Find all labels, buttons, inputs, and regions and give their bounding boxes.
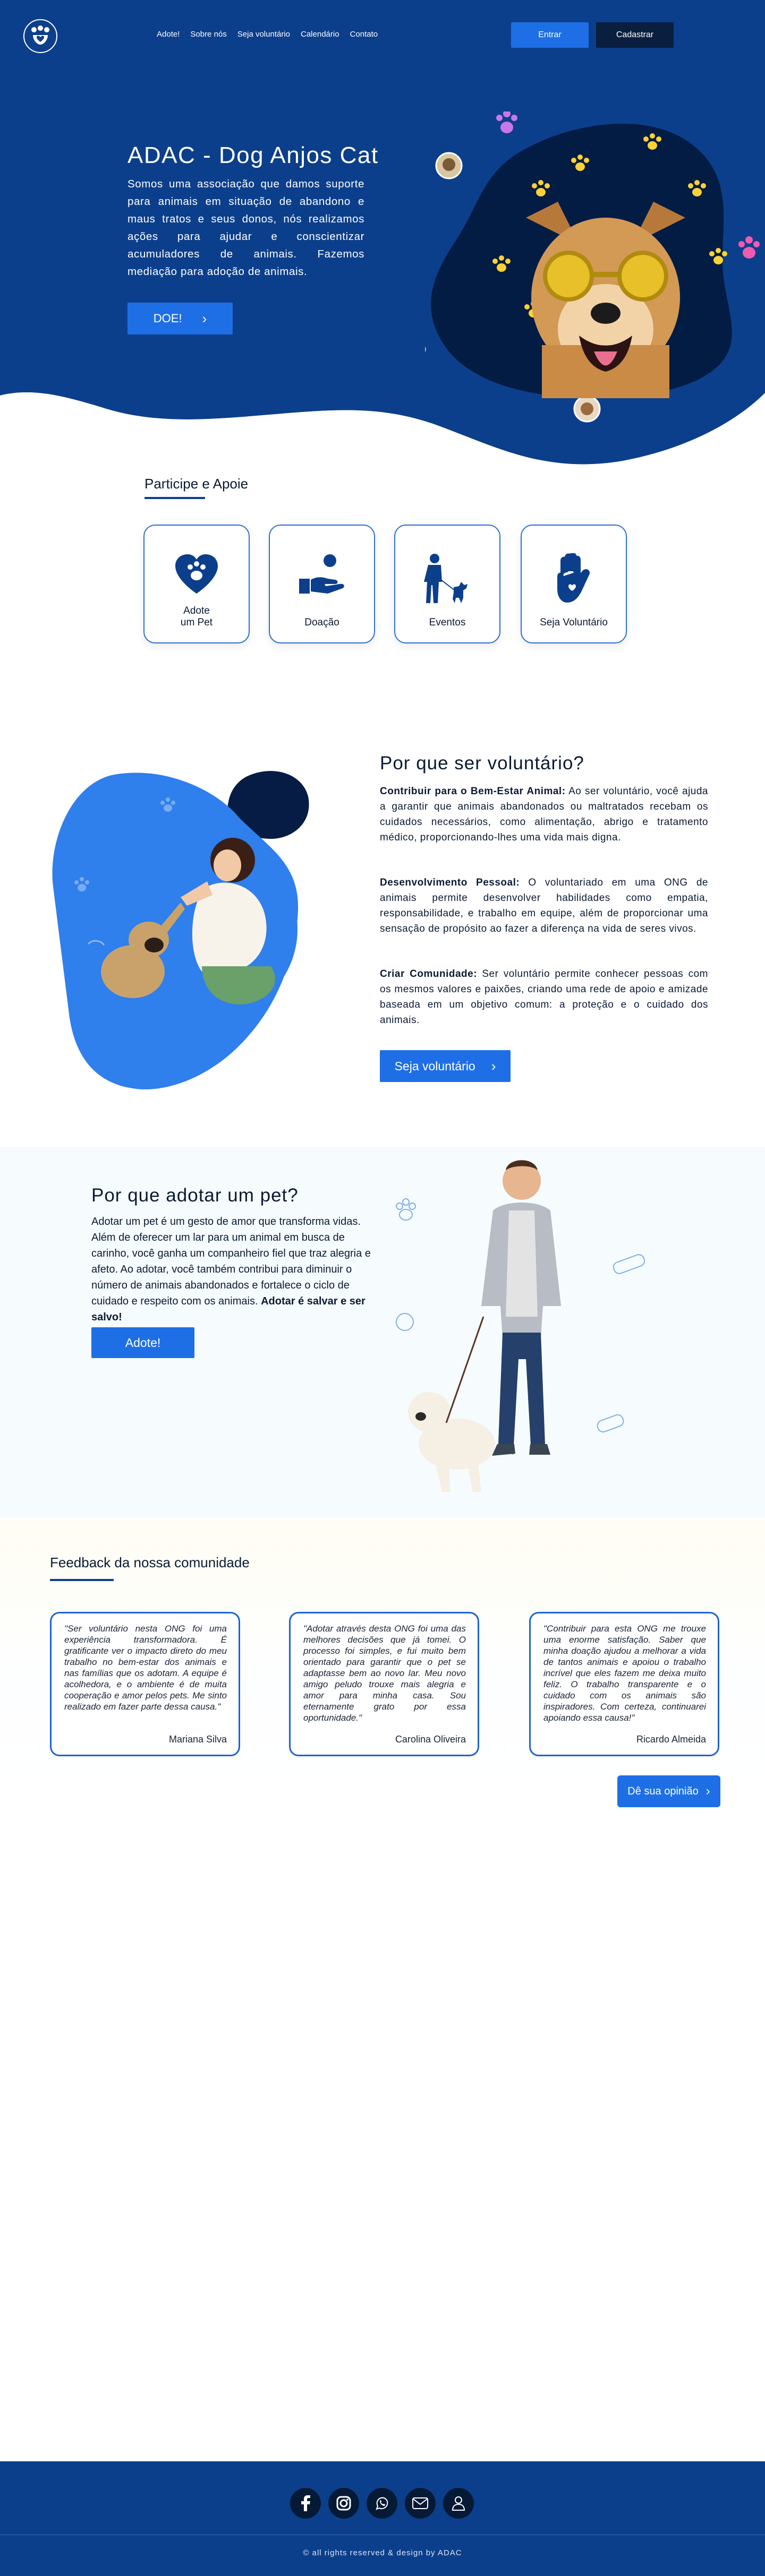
hero-description: Somos uma associação que damos suporte p… — [128, 178, 364, 278]
feedback-card: "Ser voluntário nesta ONG foi uma experi… — [50, 1612, 240, 1756]
email-link[interactable] — [405, 2488, 436, 2519]
adopt-button[interactable]: Adote! — [91, 1327, 194, 1358]
signup-button[interactable]: Cadastrar — [596, 22, 674, 48]
feedback-quote: "Adotar através desta ONG foi uma das me… — [303, 1624, 466, 1723]
card-adote-label: Adote um Pet — [180, 605, 213, 628]
nav-link-sobre[interactable]: Sobre nós — [190, 30, 226, 39]
user-icon — [452, 2496, 465, 2511]
user-link[interactable] — [443, 2488, 474, 2519]
footer — [0, 2461, 765, 2576]
nav-link-voluntario[interactable]: Seja voluntário — [237, 30, 290, 39]
hero-section: Adote! Sobre nós Seja voluntário Calendá… — [0, 0, 765, 478]
hand-heart-icon — [557, 553, 590, 603]
feedback-author: Ricardo Almeida — [636, 1734, 706, 1745]
feedback-card: "Adotar através desta ONG foi uma das me… — [289, 1612, 479, 1756]
feedback-title: Feedback da nossa comunidade — [50, 1555, 250, 1570]
whatsapp-icon — [376, 2497, 388, 2510]
volunteer-item-comunidade: Criar Comunidade: Ser voluntário permite… — [380, 966, 708, 1028]
paw-logo-icon — [31, 25, 49, 45]
facebook-icon — [301, 2495, 310, 2511]
give-opinion-label: Dê sua opinião — [627, 1785, 699, 1797]
volunteer-button-label: Seja voluntário — [394, 1059, 475, 1073]
card-voluntario-label: Seja Voluntário — [540, 617, 608, 628]
card-eventos[interactable]: Eventos — [394, 525, 500, 643]
login-button[interactable]: Entrar — [511, 22, 589, 48]
card-eventos-label: Eventos — [429, 617, 466, 628]
participe-title: Participe e Apoie — [144, 476, 249, 492]
adopt-description: Adotar um pet é um gesto de amor que tra… — [91, 1214, 378, 1325]
hero-title: ADAC - Dog Anjos Cat — [128, 142, 379, 168]
donate-button[interactable]: DOE! › — [128, 303, 233, 334]
dog-with-sunglasses-image — [526, 202, 685, 398]
volunteer-illustration — [52, 771, 309, 1089]
donation-hand-icon — [299, 554, 344, 594]
volunteer-item-heading: Desenvolvimento Pessoal: — [380, 877, 520, 888]
volunteer-button[interactable]: Seja voluntário › — [380, 1050, 511, 1082]
instagram-link[interactable] — [328, 2488, 359, 2519]
facebook-link[interactable] — [290, 2488, 321, 2519]
nav-link-calendario[interactable]: Calendário — [301, 30, 339, 39]
person-dog-icon — [424, 554, 468, 603]
feedback-author: Mariana Silva — [168, 1734, 227, 1745]
whatsapp-link[interactable] — [367, 2488, 397, 2519]
volunteer-item-heading: Criar Comunidade: — [380, 968, 478, 980]
nav-link-contato[interactable]: Contato — [350, 30, 378, 39]
chevron-right-icon: › — [706, 1784, 710, 1798]
card-doacao-label: Doação — [304, 617, 339, 628]
adopt-title: Por que adotar um pet? — [91, 1185, 299, 1206]
copyright-text: © all rights reserved & design by ADAC — [303, 2548, 462, 2557]
man-walking-dog-illustration — [396, 1160, 645, 1492]
feedback-card: "Contribuir para esta ONG me trouxe uma … — [529, 1612, 719, 1756]
main-nav: Adote! Sobre nós Seja voluntário Calendá… — [157, 30, 378, 39]
adopt-text: Adotar um pet é um gesto de amor que tra… — [91, 1216, 371, 1307]
feedback-underline — [50, 1579, 114, 1581]
heart-paw-icon — [175, 554, 218, 594]
feedback-quote: "Ser voluntário nesta ONG foi uma experi… — [64, 1624, 227, 1712]
email-icon — [412, 2497, 428, 2509]
volunteer-item-bem-estar: Contribuir para o Bem-Estar Animal: Ao s… — [380, 784, 708, 845]
instagram-icon — [336, 2496, 351, 2511]
give-opinion-button[interactable]: Dê sua opinião › — [617, 1775, 720, 1807]
volunteer-item-desenvolvimento: Desenvolvimento Pessoal: O voluntariado … — [380, 875, 708, 937]
card-doacao[interactable]: Doação — [269, 525, 375, 643]
participe-underline — [144, 497, 205, 499]
donate-button-label: DOE! — [153, 312, 182, 325]
card-voluntario[interactable]: Seja Voluntário — [521, 525, 627, 643]
adac-logo[interactable] — [23, 19, 57, 53]
volunteer-item-heading: Contribuir para o Bem-Estar Animal: — [380, 786, 566, 797]
feedback-author: Carolina Oliveira — [395, 1734, 466, 1745]
chevron-right-icon: › — [491, 1058, 496, 1074]
chevron-right-icon: › — [202, 310, 207, 327]
nav-link-adote[interactable]: Adote! — [157, 30, 180, 39]
volunteer-title: Por que ser voluntário? — [380, 753, 584, 774]
feedback-quote: "Contribuir para esta ONG me trouxe uma … — [543, 1624, 706, 1723]
card-adote[interactable]: Adote um Pet — [143, 525, 250, 643]
